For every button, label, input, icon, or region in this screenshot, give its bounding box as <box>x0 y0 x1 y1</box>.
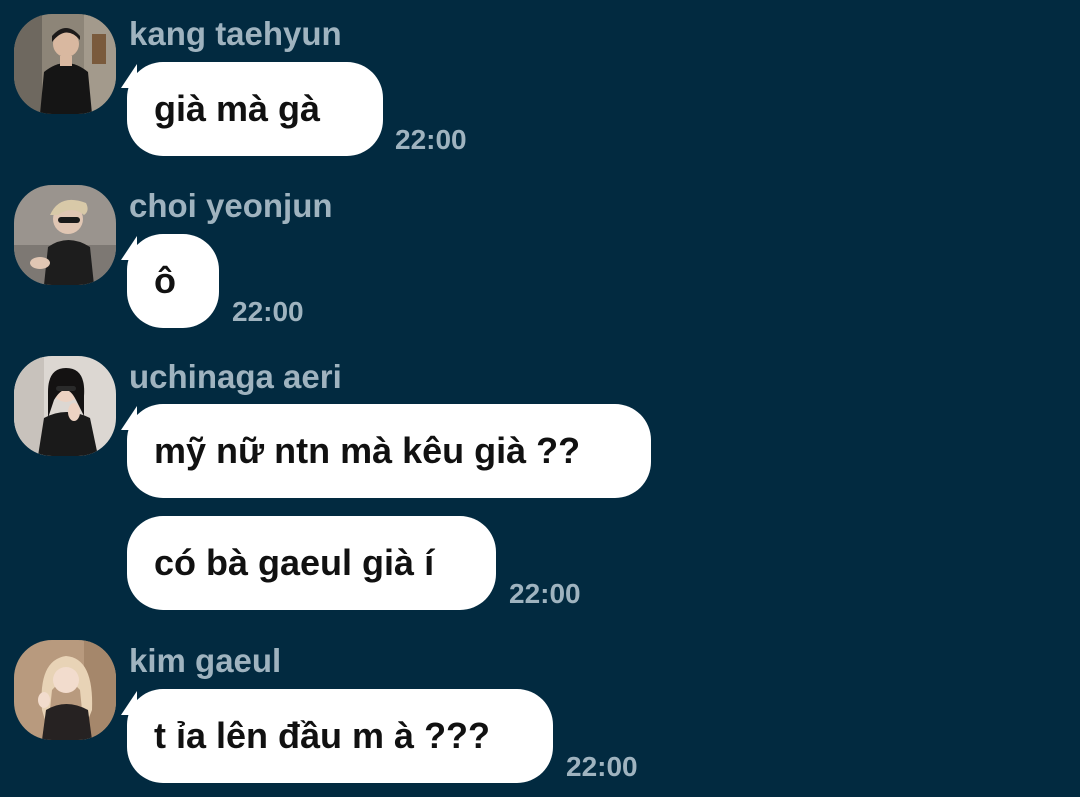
message-bubble[interactable]: ô <box>127 234 219 328</box>
sender-name: kim gaeul <box>129 642 282 679</box>
avatar-kang-taehyun[interactable] <box>14 14 116 114</box>
avatar-photo-icon <box>14 14 116 114</box>
message-bubble[interactable]: già mà gà <box>127 62 383 156</box>
message-bubble[interactable]: có bà gaeul già í <box>127 516 496 610</box>
sender-name: choi yeonjun <box>129 187 333 224</box>
message-bubble[interactable]: mỹ nữ ntn mà kêu già ?? <box>127 404 651 498</box>
sender-name: kang taehyun <box>129 15 342 52</box>
avatar-kim-gaeul[interactable] <box>14 640 116 740</box>
message-timestamp: 22:00 <box>509 578 581 609</box>
avatar-uchinaga-aeri[interactable] <box>14 356 116 456</box>
avatar-photo-icon <box>14 356 116 456</box>
message-timestamp: 22:00 <box>395 124 467 155</box>
message-timestamp: 22:00 <box>232 296 304 327</box>
message-bubble[interactable]: t ỉa lên đầu m à ??? <box>127 689 553 783</box>
chat-thread: kang taehyun già mà gà 22:00 choi yeonju… <box>0 0 1080 797</box>
avatar-photo-icon <box>14 185 116 285</box>
sender-name: uchinaga aeri <box>129 358 342 395</box>
avatar-photo-icon <box>14 640 116 740</box>
avatar-choi-yeonjun[interactable] <box>14 185 116 285</box>
message-timestamp: 22:00 <box>566 751 638 782</box>
